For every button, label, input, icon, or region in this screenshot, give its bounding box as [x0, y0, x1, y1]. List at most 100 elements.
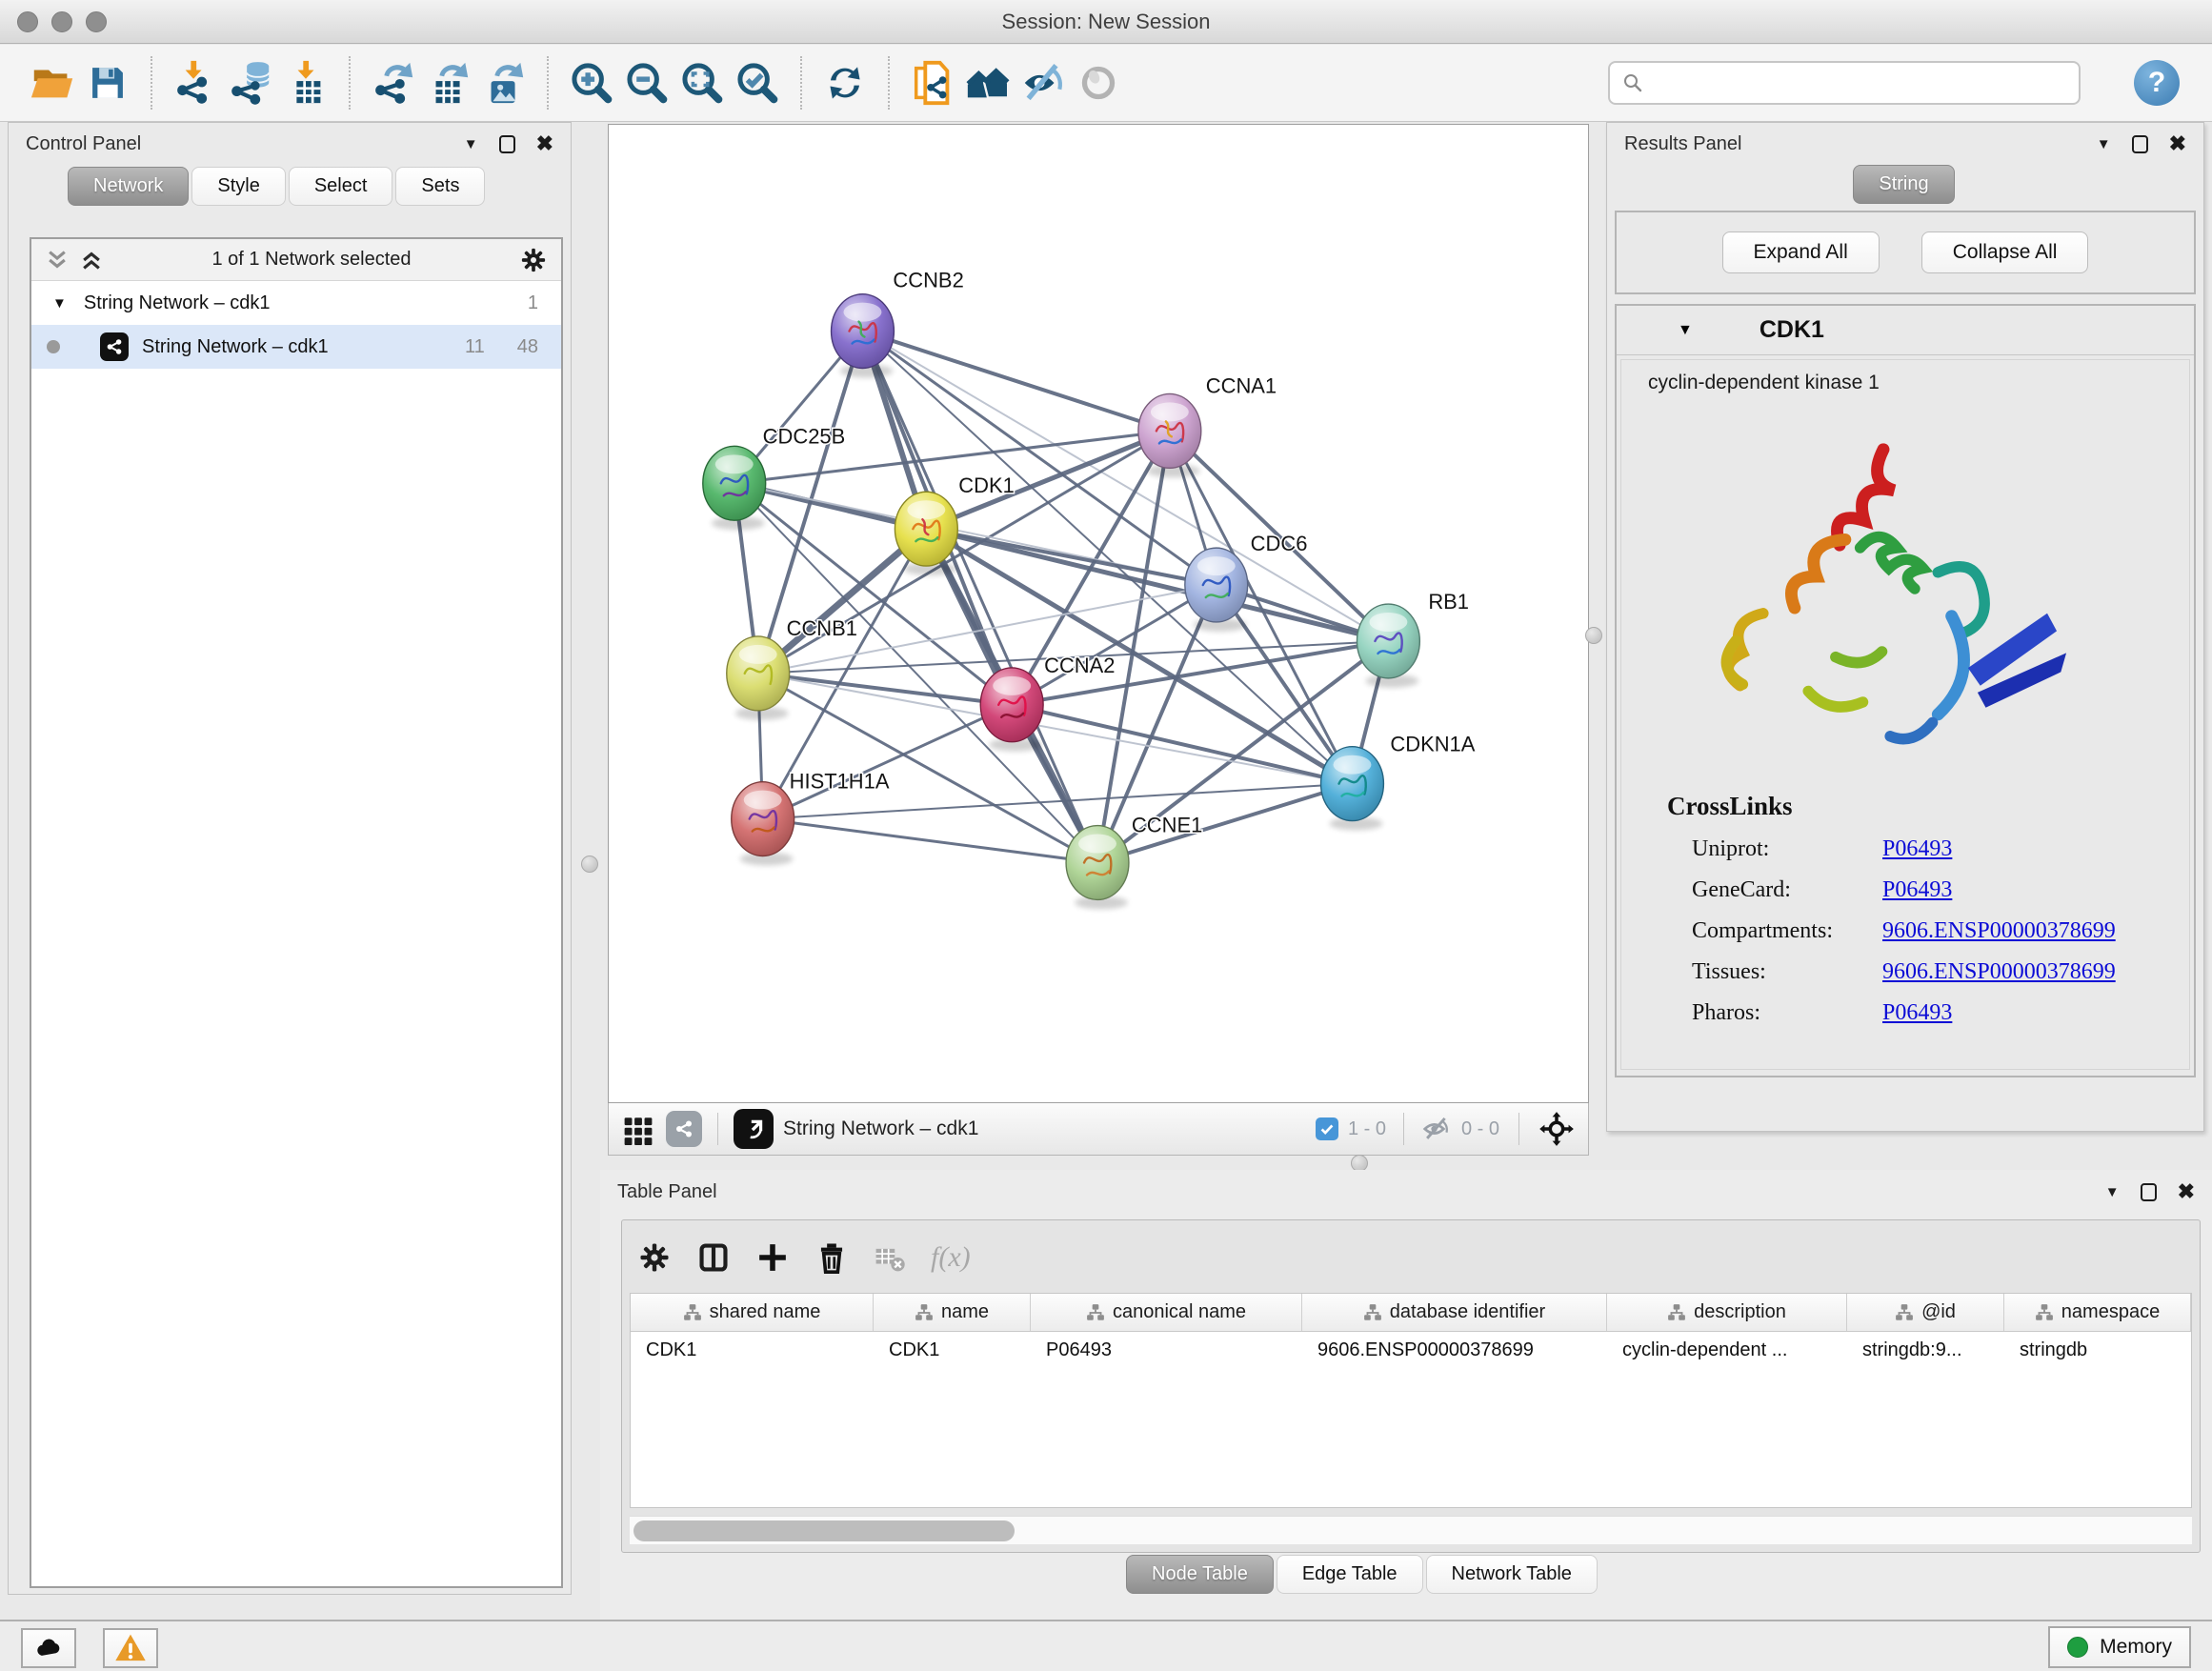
- delete-column-icon[interactable]: [814, 1240, 849, 1275]
- network-node-ccnb2[interactable]: CCNB2: [832, 269, 964, 378]
- tab-node-table[interactable]: Node Table: [1126, 1555, 1274, 1594]
- column-header-description[interactable]: description: [1607, 1294, 1847, 1331]
- network-edge[interactable]: [862, 332, 1169, 432]
- tab-network-table[interactable]: Network Table: [1426, 1555, 1598, 1594]
- network-edge[interactable]: [926, 529, 1388, 641]
- scrollbar-thumb[interactable]: [633, 1520, 1015, 1541]
- table-cell[interactable]: CDK1: [631, 1332, 874, 1372]
- export-table-icon[interactable]: [421, 53, 476, 112]
- save-session-icon[interactable]: [80, 53, 135, 112]
- gear-icon[interactable]: [637, 1240, 672, 1275]
- tab-edge-table[interactable]: Edge Table: [1277, 1555, 1423, 1594]
- maximize-window-button[interactable]: [86, 11, 107, 32]
- entry-header[interactable]: ▼ CDK1: [1617, 306, 2194, 355]
- hide-selected-icon[interactable]: [1016, 53, 1071, 112]
- hidden-eye-slash-icon[interactable]: [1421, 1114, 1452, 1144]
- network-node-ccne1[interactable]: CCNE1: [1066, 814, 1202, 910]
- add-column-icon[interactable]: [755, 1240, 790, 1275]
- expand-all-icon[interactable]: [79, 248, 104, 272]
- network-row[interactable]: String Network – cdk1 11 48: [31, 325, 561, 369]
- selected-checkbox-icon[interactable]: [1316, 1117, 1338, 1140]
- cloud-button[interactable]: [21, 1628, 76, 1668]
- table-row[interactable]: CDK1CDK1P064939606.ENSP00000378699cyclin…: [631, 1332, 2191, 1372]
- birds-eye-grid-icon[interactable]: [622, 1113, 654, 1145]
- table-cell[interactable]: stringdb:9...: [1847, 1332, 2004, 1372]
- network-edge[interactable]: [862, 332, 1388, 641]
- search-input[interactable]: [1644, 72, 2067, 94]
- network-overview-toggle-icon[interactable]: [666, 1111, 702, 1147]
- help-button[interactable]: ?: [2134, 60, 2180, 106]
- import-table-file-icon[interactable]: [278, 53, 333, 112]
- column-header-canonical-name[interactable]: canonical name: [1031, 1294, 1302, 1331]
- crosslink-link[interactable]: 9606.ENSP00000378699: [1882, 918, 2116, 943]
- tab-network[interactable]: Network: [68, 167, 189, 206]
- crosslink-link[interactable]: P06493: [1882, 877, 1952, 902]
- export-network-icon[interactable]: [366, 53, 421, 112]
- splitter-grip[interactable]: [581, 856, 598, 873]
- panel-menu-icon[interactable]: ▼: [2105, 1184, 2120, 1200]
- table-horizontal-scrollbar[interactable]: [630, 1516, 2192, 1544]
- network-node-hist1h1a[interactable]: HIST1H1A: [732, 770, 890, 866]
- crosslink-link[interactable]: 9606.ENSP00000378699: [1882, 959, 2116, 984]
- warnings-button[interactable]: [103, 1628, 158, 1668]
- zoom-fit-content-icon[interactable]: [674, 53, 730, 112]
- table-cell[interactable]: CDK1: [874, 1332, 1031, 1372]
- network-edge[interactable]: [763, 705, 1012, 819]
- table-cell[interactable]: P06493: [1031, 1332, 1302, 1372]
- network-node-cdkn1a[interactable]: CDKN1A: [1321, 733, 1476, 831]
- show-column-icon[interactable]: [696, 1240, 731, 1275]
- tab-select[interactable]: Select: [289, 167, 393, 206]
- gear-icon[interactable]: [519, 246, 548, 274]
- refresh-view-icon[interactable]: [817, 53, 873, 112]
- float-panel-icon[interactable]: [2132, 135, 2148, 153]
- close-window-button[interactable]: [17, 11, 38, 32]
- network-node-rb1[interactable]: RB1: [1357, 590, 1469, 688]
- tab-string[interactable]: String: [1853, 165, 1954, 204]
- import-network-database-icon[interactable]: [223, 53, 278, 112]
- zoom-out-icon[interactable]: [619, 53, 674, 112]
- network-visibility-dot[interactable]: [47, 340, 60, 353]
- splitter-grip[interactable]: [1585, 627, 1602, 644]
- float-panel-icon[interactable]: [499, 135, 515, 153]
- network-canvas[interactable]: CCNB2CCNA1CDC25BCDK1CDC6RB1CCNB1CCNA2CDK…: [608, 124, 1589, 1103]
- memory-button[interactable]: Memory: [2048, 1626, 2191, 1668]
- expand-all-button[interactable]: Expand All: [1722, 232, 1880, 273]
- zoom-in-icon[interactable]: [564, 53, 619, 112]
- share-document-icon[interactable]: [905, 53, 960, 112]
- return-home-icon[interactable]: [960, 53, 1016, 112]
- column-header-name[interactable]: name: [874, 1294, 1031, 1331]
- detach-view-icon[interactable]: [734, 1109, 774, 1149]
- network-edge[interactable]: [758, 674, 1012, 705]
- close-panel-icon[interactable]: ✖: [2169, 133, 2186, 154]
- panel-menu-icon[interactable]: ▼: [464, 136, 478, 152]
- network-node-ccnb1[interactable]: CCNB1: [727, 616, 857, 720]
- table-cell[interactable]: stringdb: [2004, 1332, 2191, 1372]
- network-edge[interactable]: [1012, 705, 1352, 784]
- column-header-database-identifier[interactable]: database identifier: [1302, 1294, 1607, 1331]
- close-panel-icon[interactable]: ✖: [2178, 1181, 2195, 1202]
- close-panel-icon[interactable]: ✖: [536, 133, 553, 154]
- zoom-selected-icon[interactable]: [730, 53, 785, 112]
- column-header-shared-name[interactable]: shared name: [631, 1294, 874, 1331]
- collapse-all-icon[interactable]: [45, 248, 70, 272]
- export-image-icon[interactable]: [476, 53, 532, 112]
- network-edge[interactable]: [862, 332, 1097, 863]
- network-node-ccna1[interactable]: CCNA1: [1138, 373, 1277, 477]
- collapse-all-button[interactable]: Collapse All: [1921, 232, 2089, 273]
- entry-expander-icon[interactable]: ▼: [1678, 322, 1693, 339]
- network-collection-row[interactable]: ▼ String Network – cdk1 1: [31, 281, 561, 325]
- table-cell[interactable]: cyclin-dependent ...: [1607, 1332, 1847, 1372]
- open-session-icon[interactable]: [25, 53, 80, 112]
- crosslink-link[interactable]: P06493: [1882, 1000, 1952, 1025]
- table-cell[interactable]: 9606.ENSP00000378699: [1302, 1332, 1607, 1372]
- column-header--id[interactable]: @id: [1847, 1294, 2004, 1331]
- panel-menu-icon[interactable]: ▼: [2097, 136, 2111, 152]
- pan-move-icon[interactable]: [1538, 1111, 1575, 1147]
- tree-expander-icon[interactable]: ▼: [52, 295, 67, 312]
- minimize-window-button[interactable]: [51, 11, 72, 32]
- network-edge[interactable]: [763, 819, 1097, 863]
- crosslink-link[interactable]: P06493: [1882, 836, 1952, 861]
- tab-sets[interactable]: Sets: [395, 167, 485, 206]
- toggle-visibility-icon[interactable]: [1071, 53, 1126, 112]
- tab-style[interactable]: Style: [191, 167, 285, 206]
